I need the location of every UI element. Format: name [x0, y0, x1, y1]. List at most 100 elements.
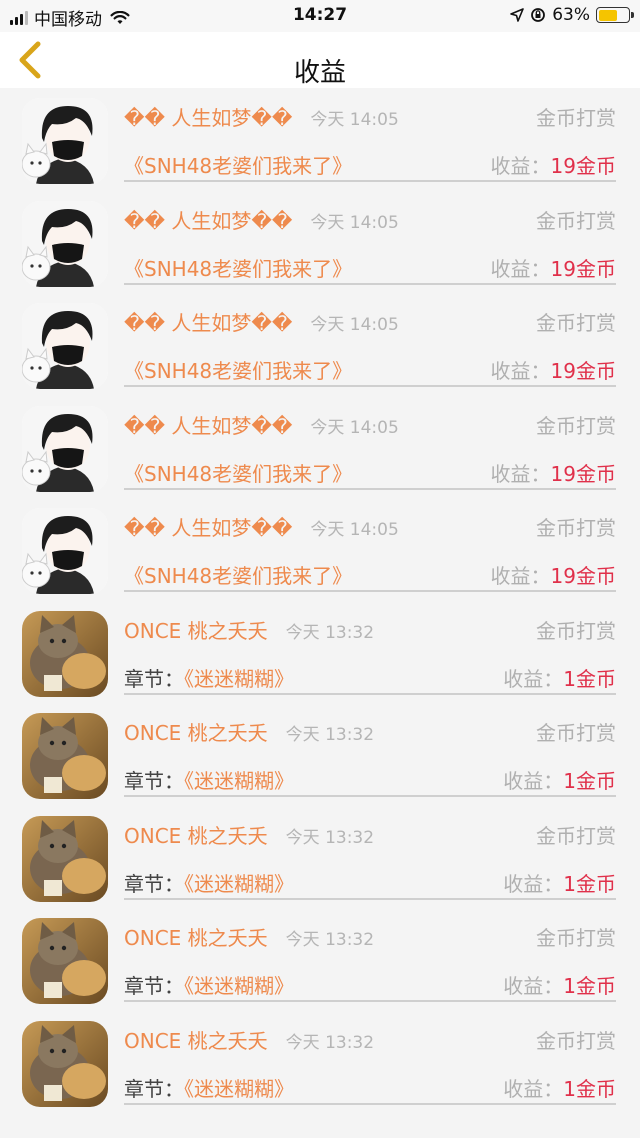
divider — [124, 487, 616, 490]
chapter-title[interactable]: 《迷迷糊糊》 — [184, 974, 294, 998]
sender-name[interactable]: ONCE 桃之夭夭 — [124, 619, 268, 643]
kitten-avatar[interactable] — [22, 713, 108, 799]
chapter-title[interactable]: 《SNH48老婆们我来了》 — [124, 359, 352, 383]
status-bar: 中国移动 14:27 63% — [0, 0, 640, 32]
chapter-line: 章节：《迷迷糊糊》 — [124, 970, 294, 999]
earnings-label: 收益： — [503, 974, 564, 998]
kitten-avatar[interactable] — [22, 610, 108, 697]
row-header: �� 人生如梦�� 今天 14:05 — [124, 410, 399, 439]
sender-name[interactable]: �� 人生如梦�� — [124, 106, 292, 130]
divider — [124, 180, 616, 182]
chapter-line: 《SNH48老婆们我来了》 — [124, 355, 352, 384]
chapter-title[interactable]: 《迷迷糊糊》 — [184, 667, 294, 691]
orientation-lock-icon — [531, 8, 546, 22]
sender-name[interactable]: �� 人生如梦�� — [124, 414, 292, 438]
location-arrow-icon — [510, 8, 525, 22]
sender-name[interactable]: �� 人生如梦�� — [124, 516, 292, 540]
divider — [124, 385, 616, 387]
chapter-line: 章节：《迷迷糊糊》 — [124, 868, 294, 897]
earnings: 收益：19金币 — [491, 253, 616, 282]
divider — [124, 590, 616, 592]
divider — [124, 897, 616, 900]
earnings-amount: 1金币 — [563, 1076, 616, 1101]
earnings-list: �� 人生如梦�� 今天 14:05 金币打赏 《SNH48老婆们我来了》 收益：… — [0, 88, 640, 1113]
earnings: 收益：1金币 — [503, 1073, 616, 1102]
chapter-prefix: 章节： — [124, 769, 184, 793]
earnings-amount: 1金币 — [563, 974, 616, 998]
row-header: ONCE 桃之夭夭 今天 13:32 — [124, 1025, 374, 1054]
earnings-amount: 19金币 — [550, 461, 616, 486]
row-header: ONCE 桃之夭夭 今天 13:32 — [124, 615, 374, 644]
chapter-title[interactable]: 《SNH48老婆们我来了》 — [124, 564, 352, 588]
earnings: 收益：19金币 — [491, 150, 616, 179]
chapter-title[interactable]: 《SNH48老婆们我来了》 — [124, 257, 352, 281]
earnings-row-8[interactable]: ONCE 桃之夭夭 今天 13:32 金币打赏 章节：《迷迷糊糊》 收益：1金币 — [0, 806, 640, 909]
earnings-row-6[interactable]: ONCE 桃之夭夭 今天 13:32 金币打赏 章节：《迷迷糊糊》 收益：1金币 — [0, 601, 640, 704]
earnings: 收益：19金币 — [491, 458, 616, 487]
row-header: ONCE 桃之夭夭 今天 13:32 — [124, 717, 374, 746]
reward-type: 金币打赏 — [536, 413, 616, 438]
row-header: �� 人生如梦�� 今天 14:05 — [124, 512, 399, 541]
boy-cat-avatar[interactable] — [22, 200, 108, 287]
earnings: 收益：19金币 — [491, 560, 616, 589]
row-header: ONCE 桃之夭夭 今天 13:32 — [124, 922, 374, 951]
sender-name[interactable]: ONCE 桃之夭夭 — [124, 721, 268, 745]
earnings-row-4[interactable]: �� 人生如梦�� 今天 14:05 金币打赏 《SNH48老婆们我来了》 收益：… — [0, 396, 640, 499]
earnings-row-10[interactable]: ONCE 桃之夭夭 今天 13:32 金币打赏 章节：《迷迷糊糊》 收益：1金币 — [0, 1011, 640, 1114]
reward-type: 金币打赏 — [536, 926, 616, 950]
earnings-amount: 1金币 — [563, 871, 616, 896]
kitten-avatar[interactable] — [22, 918, 108, 1004]
timestamp: 今天 13:32 — [285, 622, 375, 643]
sender-name[interactable]: �� 人生如梦�� — [124, 311, 292, 335]
battery-icon — [596, 7, 634, 23]
earnings-label: 收益： — [490, 564, 551, 588]
boy-cat-avatar[interactable] — [22, 98, 108, 184]
divider — [124, 795, 616, 797]
sender-name[interactable]: ONCE 桃之夭夭 — [124, 824, 268, 848]
chapter-prefix: 章节： — [124, 871, 184, 896]
sender-name[interactable]: ONCE 桃之夭夭 — [124, 1029, 268, 1053]
chapter-title[interactable]: 《SNH48老婆们我来了》 — [124, 462, 352, 486]
chapter-line: 章节：《迷迷糊糊》 — [124, 765, 294, 794]
chapter-title[interactable]: 《SNH48老婆们我来了》 — [124, 154, 352, 178]
earnings-label: 收益： — [490, 154, 551, 178]
earnings: 收益：1金币 — [503, 663, 616, 692]
sender-name[interactable]: �� 人生如梦�� — [124, 209, 292, 233]
row-header: �� 人生如梦�� 今天 14:05 — [124, 205, 399, 234]
earnings-row-5[interactable]: �� 人生如梦�� 今天 14:05 金币打赏 《SNH48老婆们我来了》 收益：… — [0, 498, 640, 601]
chapter-title[interactable]: 《迷迷糊糊》 — [184, 872, 294, 896]
divider — [124, 692, 616, 695]
earnings-row-1[interactable]: �� 人生如梦�� 今天 14:05 金币打赏 《SNH48老婆们我来了》 收益：… — [0, 88, 640, 191]
timestamp: 今天 14:05 — [310, 110, 399, 130]
earnings-row-9[interactable]: ONCE 桃之夭夭 今天 13:32 金币打赏 章节：《迷迷糊糊》 收益：1金币 — [0, 908, 640, 1011]
earnings-label: 收益： — [503, 666, 564, 691]
reward-type: 金币打赏 — [536, 516, 616, 540]
boy-cat-avatar[interactable] — [22, 405, 108, 492]
earnings: 收益：19金币 — [491, 355, 616, 384]
chapter-line: 《SNH48老婆们我来了》 — [124, 150, 352, 179]
earnings: 收益：1金币 — [503, 765, 616, 794]
kitten-avatar[interactable] — [22, 815, 108, 902]
earnings-row-7[interactable]: ONCE 桃之夭夭 今天 13:32 金币打赏 章节：《迷迷糊糊》 收益：1金币 — [0, 703, 640, 806]
boy-cat-avatar[interactable] — [22, 508, 108, 594]
chapter-line: 章节：《迷迷糊糊》 — [124, 663, 294, 692]
earnings: 收益：1金币 — [503, 970, 616, 999]
earnings-label: 收益： — [503, 871, 564, 896]
chapter-line: 《SNH48老婆们我来了》 — [124, 253, 352, 282]
timestamp: 今天 13:32 — [285, 827, 375, 848]
row-header: �� 人生如梦�� 今天 14:05 — [124, 102, 399, 131]
earnings-row-2[interactable]: �� 人生如梦�� 今天 14:05 金币打赏 《SNH48老婆们我来了》 收益：… — [0, 191, 640, 294]
chapter-title[interactable]: 《迷迷糊糊》 — [184, 1077, 294, 1101]
timestamp: 今天 14:05 — [310, 417, 399, 438]
sender-name[interactable]: ONCE 桃之夭夭 — [124, 926, 268, 950]
reward-type: 金币打赏 — [536, 311, 616, 335]
earnings-row-3[interactable]: �� 人生如梦�� 今天 14:05 金币打赏 《SNH48老婆们我来了》 收益：… — [0, 293, 640, 396]
earnings-amount: 19金币 — [550, 256, 616, 281]
kitten-avatar[interactable] — [22, 1020, 108, 1107]
reward-type: 金币打赏 — [536, 823, 616, 848]
divider — [124, 282, 616, 285]
boy-cat-avatar[interactable] — [22, 303, 108, 389]
earnings-label: 收益： — [503, 1076, 564, 1101]
chapter-title[interactable]: 《迷迷糊糊》 — [184, 769, 294, 793]
earnings-label: 收益： — [490, 461, 551, 486]
